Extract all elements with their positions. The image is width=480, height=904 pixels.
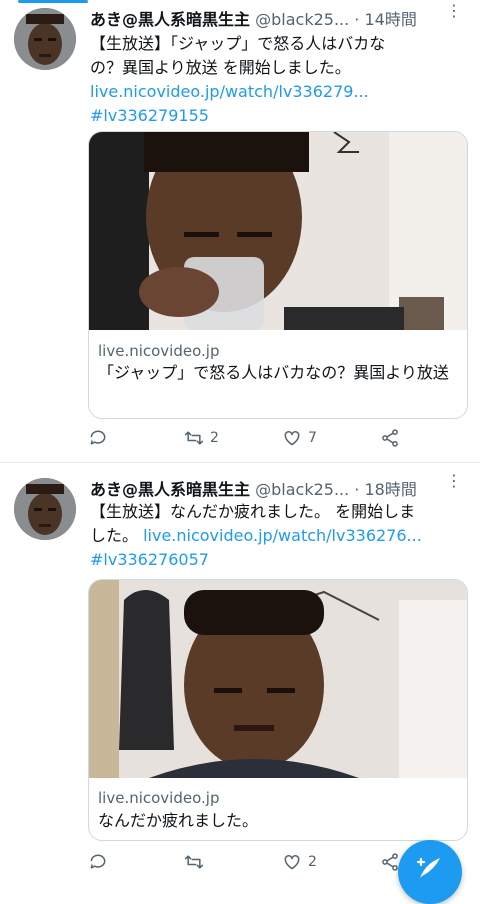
avatar[interactable] bbox=[14, 8, 76, 70]
tweet-text-fragment: した。 bbox=[90, 526, 144, 545]
retweet-icon bbox=[184, 431, 204, 445]
separator-dot: · bbox=[354, 10, 365, 29]
retweet-icon bbox=[184, 855, 204, 869]
tweet-link[interactable]: live.nicovideo.jp/watch/lv336276... bbox=[143, 526, 422, 545]
avatar[interactable] bbox=[14, 478, 76, 540]
retweet-button[interactable]: 2 bbox=[184, 428, 219, 448]
tweet-header: あき@黒人系暗黒生主 @black25... · 18時間 ⋮ bbox=[90, 473, 470, 502]
card-title: なんだか疲れました。 bbox=[98, 811, 259, 830]
link-card[interactable]: live.nicovideo.jp なんだか疲れました。 bbox=[88, 579, 468, 841]
reply-icon bbox=[90, 430, 106, 445]
tweet-text: 【生放送】なんだか疲れました。 を開始しま した。 live.nicovideo… bbox=[90, 500, 470, 572]
share-icon bbox=[382, 853, 398, 871]
card-image bbox=[89, 132, 467, 330]
reply-button[interactable] bbox=[88, 428, 114, 448]
tweet-link[interactable]: live.nicovideo.jp/watch/lv336279... bbox=[90, 80, 470, 104]
tweet-hashtag[interactable]: #lv336276057 bbox=[90, 548, 470, 572]
tweet-time[interactable]: 14時間 bbox=[364, 10, 416, 29]
tweet-header: あき@黒人系暗黒生主 @black25... · 14時間 ⋮ bbox=[90, 3, 470, 32]
like-button[interactable]: 7 bbox=[282, 428, 317, 448]
card-title: 「ジャップ」で怒る人はバカなの？異国より放送 bbox=[98, 363, 449, 382]
more-dots-icon[interactable]: ⋮ bbox=[446, 3, 462, 19]
heart-icon bbox=[284, 430, 300, 446]
reply-button[interactable] bbox=[88, 852, 114, 872]
tweet-actions: 2 7 bbox=[88, 428, 418, 452]
retweet-button[interactable] bbox=[184, 852, 210, 872]
card-domain: live.nicovideo.jp bbox=[98, 342, 220, 360]
separator-dot: · bbox=[354, 480, 365, 499]
tweet-text-line: 【生放送】なんだか疲れました。 を開始しま bbox=[90, 502, 416, 521]
tweet-actions: 2 bbox=[88, 852, 418, 876]
author-handle[interactable]: @black25... bbox=[255, 10, 349, 29]
tweet[interactable]: あき@黒人系暗黒生主 @black25... · 14時間 ⋮ 【生放送】「ジャ… bbox=[0, 0, 480, 462]
more-dots-icon[interactable]: ⋮ bbox=[446, 473, 462, 489]
author-name[interactable]: あき@黒人系暗黒生主 bbox=[90, 480, 250, 499]
retweet-count: 2 bbox=[210, 430, 219, 446]
tweet-text-line: した。 live.nicovideo.jp/watch/lv336276... bbox=[90, 524, 470, 548]
author-name[interactable]: あき@黒人系暗黒生主 bbox=[90, 10, 250, 29]
like-button[interactable]: 2 bbox=[282, 852, 317, 872]
author-handle[interactable]: @black25... bbox=[255, 480, 349, 499]
tweet-text: 【生放送】「ジャップ」で怒る人はバカな の？異国より放送 を開始しました。 li… bbox=[90, 32, 470, 128]
compose-button[interactable] bbox=[398, 840, 462, 904]
tweet[interactable]: あき@黒人系暗黒生主 @black25... · 18時間 ⋮ 【生放送】なんだ… bbox=[0, 463, 480, 882]
tweet-text-line: の？異国より放送 を開始しました。 bbox=[90, 58, 351, 77]
tweet-hashtag[interactable]: #lv336279155 bbox=[90, 104, 470, 128]
link-card[interactable]: live.nicovideo.jp 「ジャップ」で怒る人はバカなの？異国より放送 bbox=[88, 131, 468, 419]
tweet-time[interactable]: 18時間 bbox=[364, 480, 416, 499]
like-count: 2 bbox=[308, 854, 317, 870]
heart-icon bbox=[284, 854, 300, 870]
share-button[interactable] bbox=[380, 428, 400, 448]
share-button[interactable] bbox=[380, 852, 400, 872]
like-count: 7 bbox=[308, 430, 317, 446]
tweet-text-line: 【生放送】「ジャップ」で怒る人はバカな bbox=[90, 34, 386, 53]
reply-icon bbox=[90, 854, 106, 869]
compose-quill-icon bbox=[416, 857, 440, 878]
card-image bbox=[89, 580, 467, 778]
share-icon bbox=[382, 429, 398, 447]
card-domain: live.nicovideo.jp bbox=[98, 789, 220, 807]
